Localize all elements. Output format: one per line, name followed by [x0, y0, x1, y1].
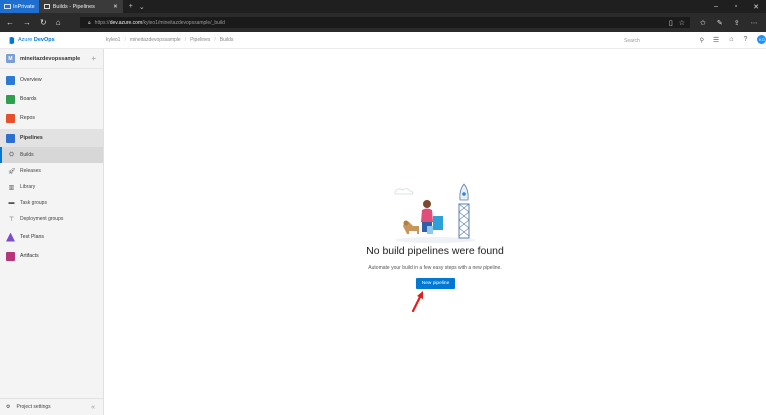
sidebar-item-artifacts[interactable]: Artifacts: [0, 247, 103, 265]
url-text: https://dev.azure.com/kyleo1/mineitazdev…: [94, 19, 225, 26]
tab-title: Builds - Pipelines: [52, 3, 95, 10]
sidebar-subitem-label: Task groups: [20, 200, 47, 206]
sidebar-subitem-builds[interactable]: ⛭ Builds: [0, 147, 103, 163]
deployment-groups-icon: ⊤: [8, 216, 15, 223]
brand-link[interactable]: Azure DevOps: [0, 36, 106, 45]
sidebar-item-repos[interactable]: Repos: [0, 109, 103, 127]
sidebar-item-label: Artifacts: [20, 253, 39, 259]
overview-icon: [6, 75, 15, 85]
sidebar-item-test-plans[interactable]: Test Plans: [0, 228, 103, 246]
reading-view-icon[interactable]: ▯: [669, 19, 673, 27]
breadcrumb-pipelines[interactable]: Pipelines: [190, 37, 210, 43]
breadcrumb-project[interactable]: mineitazdevopssample: [130, 37, 181, 43]
annotation-arrow-icon: [411, 291, 423, 312]
refresh-icon[interactable]: ↻: [40, 18, 47, 27]
project-settings[interactable]: ⚙ Project settings «: [0, 398, 103, 415]
breadcrumb: kyleo1 / mineitazdevopssample / Pipeline…: [106, 37, 233, 43]
active-indicator: [0, 147, 2, 163]
sidebar-subitem-label: Library: [20, 184, 36, 190]
sidebar-subitem-label: Deployment groups: [20, 216, 64, 222]
back-icon[interactable]: ←: [6, 18, 14, 27]
brand-text: Azure DevOps: [18, 37, 55, 43]
inprivate-label: InPrivate: [13, 3, 35, 10]
artifacts-icon: [6, 251, 15, 261]
inprivate-icon: [4, 4, 11, 9]
url-field[interactable]: 🔒︎ https://dev.azure.com/kyleo1/mineitaz…: [80, 17, 690, 28]
sidebar-item-label: Pipelines: [20, 135, 43, 141]
gear-icon: ⚙: [6, 404, 11, 410]
project-avatar: M: [6, 54, 15, 63]
help-icon[interactable]: ?: [744, 36, 748, 43]
sidebar-subitem-task-groups[interactable]: ▬ Task groups: [0, 195, 103, 211]
empty-state-title: No build pipelines were found: [366, 245, 504, 257]
sidebar-subitem-library[interactable]: ▥ Library: [0, 179, 103, 195]
favorite-star-icon[interactable]: ☆: [679, 19, 685, 27]
sidebar-item-boards[interactable]: Boards: [0, 90, 103, 108]
home-icon[interactable]: ⌂: [56, 18, 61, 27]
new-pipeline-button[interactable]: New pipeline: [416, 278, 455, 289]
boards-icon: [6, 94, 15, 104]
sidebar-subitem-label: Builds: [20, 152, 34, 158]
sidebar-subitem-label: Releases: [20, 168, 41, 174]
repos-icon: [6, 113, 15, 123]
ado-header: Azure DevOps kyleo1 / mineitazdevopssamp…: [0, 32, 766, 49]
library-icon: ▥: [8, 184, 15, 191]
marketplace-bag-icon[interactable]: ⌂: [729, 36, 733, 43]
maximize-icon[interactable]: ▫: [726, 3, 746, 10]
releases-icon: 🚀︎: [8, 168, 16, 175]
tab-close-icon[interactable]: ✕: [113, 4, 118, 10]
new-tab-icon[interactable]: +: [129, 3, 133, 10]
sidebar-item-label: Boards: [20, 96, 37, 102]
pipelines-icon: [6, 133, 15, 143]
list-icon[interactable]: ☰: [713, 36, 719, 44]
pen-icon[interactable]: ✎: [717, 19, 723, 27]
sidebar-item-label: Repos: [20, 115, 35, 121]
add-icon[interactable]: +: [91, 54, 103, 63]
avatar-initials: KO: [759, 37, 765, 42]
azure-devops-logo-icon: [6, 36, 15, 44]
sidebar-subitem-deployment-groups[interactable]: ⊤ Deployment groups: [0, 211, 103, 227]
inprivate-badge[interactable]: InPrivate: [0, 0, 39, 13]
search-icon[interactable]: ⚲: [700, 37, 704, 44]
test-plans-icon: [6, 232, 15, 242]
breadcrumb-builds[interactable]: Builds: [220, 37, 234, 43]
task-groups-icon: ▬: [8, 200, 15, 206]
browser-tab-active[interactable]: Builds - Pipelines ✕: [38, 0, 123, 13]
tab-list-chevron-icon[interactable]: ⌄: [139, 3, 145, 11]
sidebar-item-label: Overview: [20, 77, 42, 83]
breadcrumb-org[interactable]: kyleo1: [106, 37, 120, 43]
breadcrumb-separator: /: [124, 37, 126, 43]
sidebar-subitem-releases[interactable]: 🚀︎ Releases: [0, 163, 103, 179]
avatar[interactable]: KO: [757, 35, 766, 44]
browser-tab-bar: InPrivate Builds - Pipelines ✕ + ⌄ – ▫ ✕: [0, 0, 766, 13]
collapse-sidebar-icon[interactable]: «: [91, 404, 103, 411]
more-icon[interactable]: ⋯: [751, 19, 758, 27]
tab-favicon-icon: [43, 4, 50, 9]
share-icon[interactable]: ⇪: [734, 19, 740, 27]
empty-state-subtitle: Automate your build in a few easy steps …: [368, 265, 502, 271]
forward-icon[interactable]: →: [23, 18, 31, 27]
main-content: No build pipelines were found Automate y…: [105, 49, 766, 415]
project-selector[interactable]: M mineitazdevopssample +: [0, 49, 103, 69]
project-settings-label: Project settings: [16, 404, 51, 410]
sidebar-item-label: Test Plans: [20, 234, 44, 240]
builds-icon: ⛭: [9, 151, 14, 158]
window-close-icon[interactable]: ✕: [746, 3, 766, 11]
search-placeholder: Search: [624, 37, 640, 44]
browser-address-bar: ← → ↻ ⌂ 🔒︎ https://dev.azure.com/kyleo1/…: [0, 13, 766, 32]
lock-icon: 🔒︎: [88, 19, 91, 26]
minimize-icon[interactable]: –: [706, 3, 726, 10]
search-input[interactable]: Search ⚲: [624, 36, 704, 45]
breadcrumb-separator: /: [214, 37, 216, 43]
sidebar-item-pipelines[interactable]: Pipelines: [0, 129, 103, 147]
sidebar: M mineitazdevopssample + Overview Boards…: [0, 49, 104, 415]
project-name: mineitazdevopssample: [20, 55, 81, 62]
empty-state-illustration: [394, 183, 475, 243]
sidebar-item-overview[interactable]: Overview: [0, 71, 103, 89]
favorites-icon[interactable]: ✩: [700, 19, 706, 27]
breadcrumb-separator: /: [184, 37, 187, 43]
